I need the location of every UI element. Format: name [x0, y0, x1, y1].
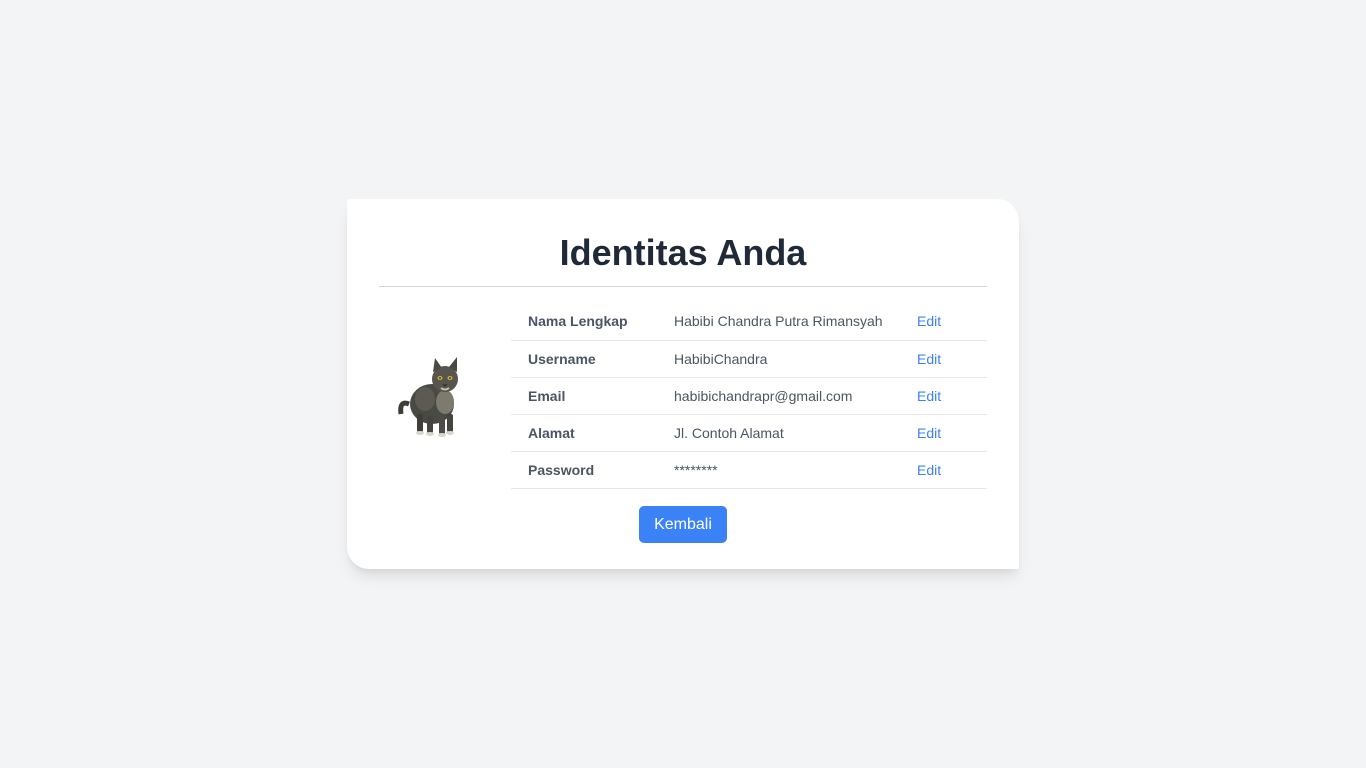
field-value: HabibiChandra: [674, 350, 768, 367]
identity-table: Nama Lengkap Habibi Chandra Putra Rimans…: [511, 303, 987, 489]
edit-username-link[interactable]: Edit: [917, 351, 941, 367]
field-label: Alamat: [528, 424, 575, 441]
edit-password-link[interactable]: Edit: [917, 462, 941, 478]
field-value: ********: [674, 461, 718, 478]
field-label: Username: [528, 350, 596, 367]
cat-photo-icon: [398, 357, 458, 437]
field-label: Email: [528, 387, 566, 404]
field-value: Jl. Contoh Alamat: [674, 424, 784, 441]
field-label: Nama Lengkap: [528, 313, 628, 330]
back-button[interactable]: Kembali: [639, 506, 727, 543]
edit-email-link[interactable]: Edit: [917, 388, 941, 404]
table-row-full-name: Nama Lengkap Habibi Chandra Putra Rimans…: [511, 303, 987, 340]
avatar: [387, 344, 487, 444]
edit-full-name-link[interactable]: Edit: [917, 313, 941, 329]
page-title: Identitas Anda: [559, 232, 807, 273]
table-row-username: Username HabibiChandra Edit: [511, 340, 987, 377]
table-row-email: Email habibichandrapr@gmail.com Edit: [511, 377, 987, 414]
field-value: Habibi Chandra Putra Rimansyah: [674, 313, 883, 330]
title-divider: [379, 286, 987, 287]
table-row-address: Alamat Jl. Contoh Alamat Edit: [511, 414, 987, 451]
edit-address-link[interactable]: Edit: [917, 425, 941, 441]
table-row-password: Password ******** Edit: [511, 451, 987, 488]
field-value: habibichandrapr@gmail.com: [674, 387, 853, 404]
field-label: Password: [528, 461, 595, 478]
identity-card: Identitas Anda Nama Lengkap Habibi Chand…: [347, 199, 1019, 569]
